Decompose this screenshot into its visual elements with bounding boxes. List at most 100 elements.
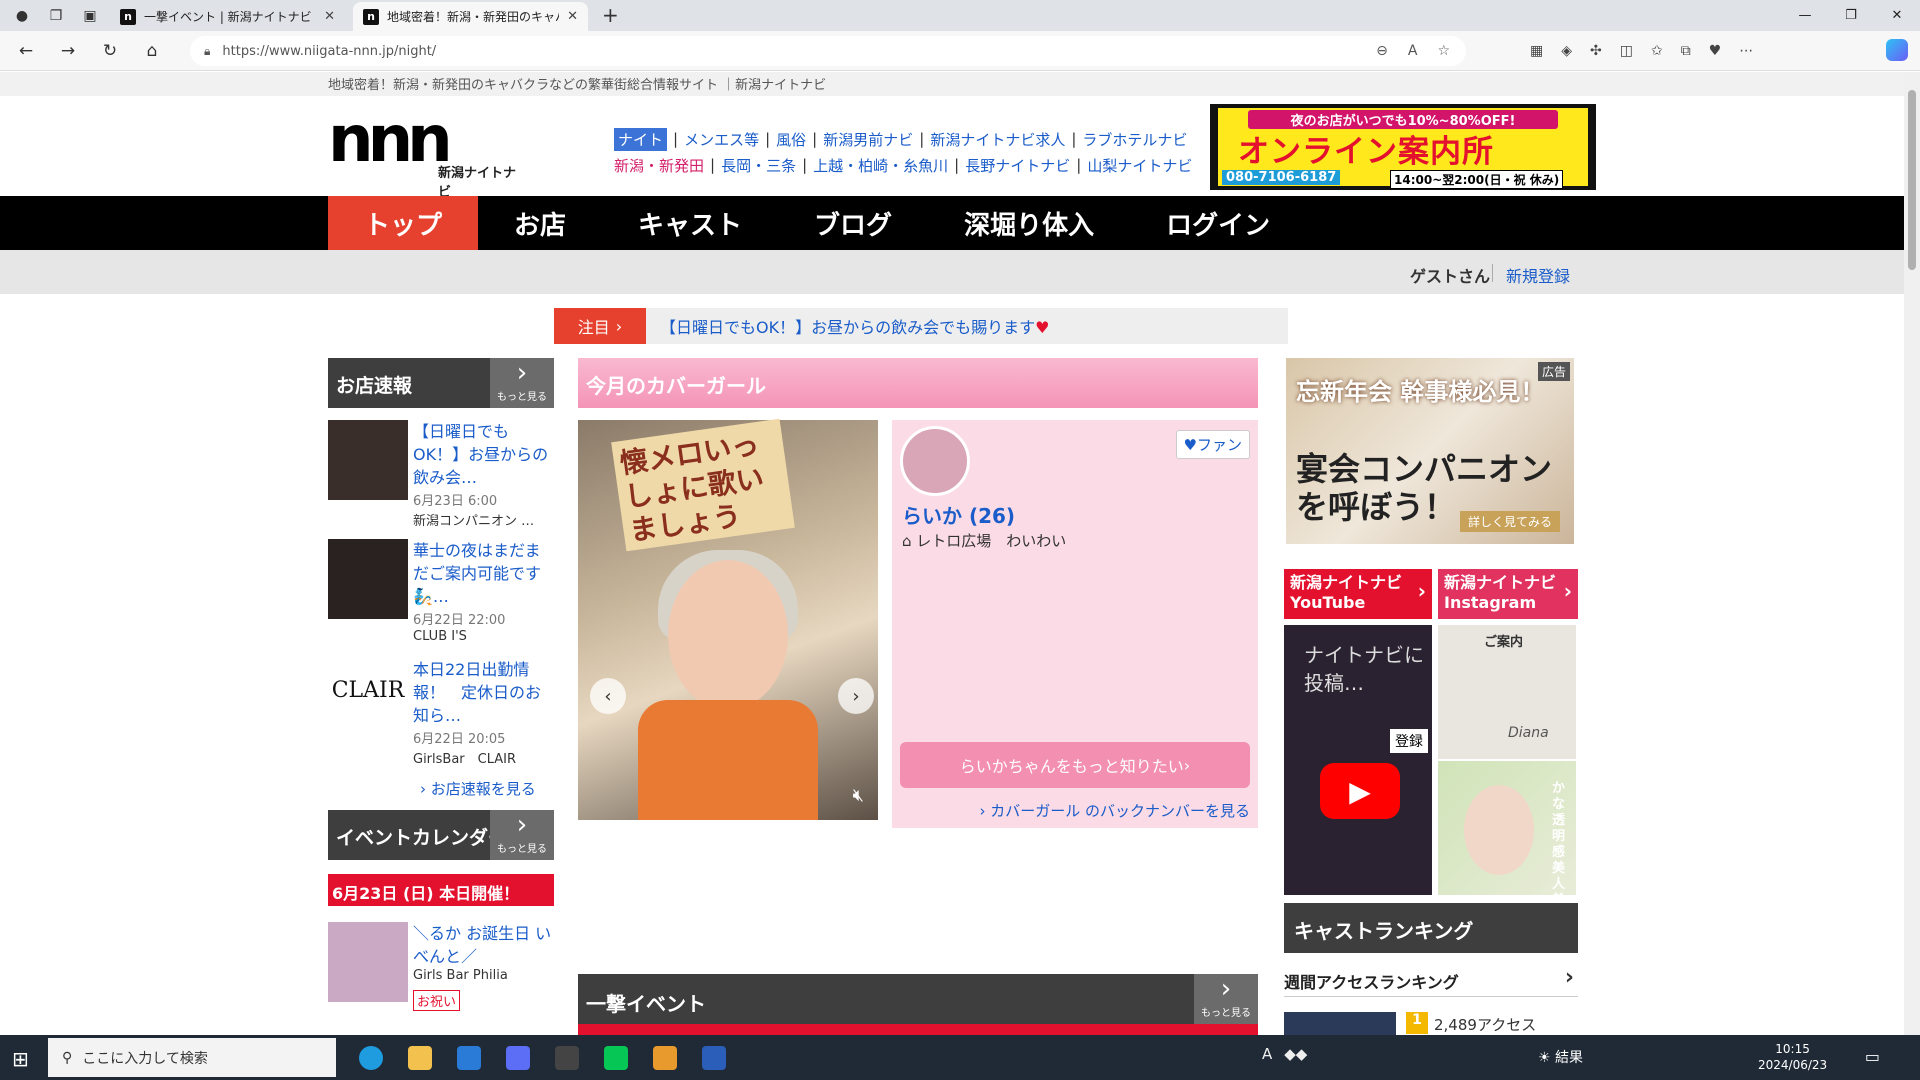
more-about-cast-button[interactable]: らいかちゃんをもっと知りたい ›: [900, 742, 1250, 788]
clair-logo-icon[interactable]: CLAIR: [328, 658, 408, 738]
nav-trial[interactable]: 深堀り体入: [928, 196, 1130, 250]
news-title[interactable]: 華士の夜はまだまだご案内可能です🧞…: [413, 539, 553, 608]
extension-icon[interactable]: ◈: [1561, 43, 1572, 59]
online-guide-banner[interactable]: 夜のお店がいつでも10%~80%OFF! オンライン案内所 080-7106-6…: [1210, 104, 1596, 190]
prev-slide-icon[interactable]: ‹: [590, 678, 626, 714]
register-link[interactable]: 新規登録: [1506, 263, 1570, 287]
restore-icon[interactable]: ❐: [1828, 0, 1874, 31]
read-aloud-icon[interactable]: A: [1408, 43, 1418, 59]
favorites-icon[interactable]: ✩: [1651, 43, 1663, 59]
ranking-row[interactable]: 1 2,489アクセス: [1284, 1012, 1578, 1035]
link-night[interactable]: ナイト: [614, 127, 668, 151]
zoom-icon[interactable]: ⊖: [1376, 43, 1388, 59]
event-title[interactable]: ＼るか お誕生日 いべんと／: [413, 922, 553, 968]
scroll-thumb[interactable]: [1908, 90, 1916, 270]
workspaces-icon[interactable]: ❐: [44, 4, 68, 28]
nav-top[interactable]: トップ: [328, 196, 479, 250]
link-otokomae[interactable]: 新潟男前ナビ: [823, 129, 913, 150]
instagram-post[interactable]: かな透明感美人美女: [1438, 761, 1576, 924]
notification-icon[interactable]: ▭: [1865, 1047, 1880, 1066]
close-tab-icon[interactable]: ✕: [567, 9, 578, 24]
tab-actions-icon[interactable]: ▣: [78, 4, 102, 28]
shop-news-more-link[interactable]: › お店速報を見る: [420, 778, 536, 799]
photos-icon[interactable]: [542, 1035, 591, 1080]
new-tab-icon[interactable]: +: [602, 3, 619, 27]
favorite-star-icon[interactable]: ☆: [1437, 43, 1450, 59]
word-icon[interactable]: [689, 1035, 738, 1080]
link-lovehotel[interactable]: ラブホテルナビ: [1082, 129, 1187, 150]
cast-name[interactable]: らいか (26): [902, 500, 1015, 529]
url-field[interactable]: 🔒︎ https://www.niigata-nnn.jp/night/ ⊖ A…: [190, 36, 1466, 66]
youtube-link[interactable]: 新潟ナイトナビ YouTube ›: [1284, 569, 1432, 619]
backnumber-link[interactable]: › カバーガール のバックナンバーを見る: [979, 800, 1250, 821]
lock-icon[interactable]: 🔒︎: [204, 44, 210, 59]
avatar[interactable]: [900, 426, 970, 496]
fan-button[interactable]: ♥ファン: [1175, 430, 1250, 459]
more-menu-icon[interactable]: ⋯: [1739, 43, 1753, 59]
line-icon[interactable]: [591, 1035, 640, 1080]
link-joetsu[interactable]: 上越・柏崎・糸魚川: [813, 155, 948, 176]
collections-icon[interactable]: ⧉: [1681, 43, 1691, 59]
edge-icon[interactable]: [346, 1035, 395, 1080]
forward-icon[interactable]: →: [52, 35, 84, 67]
clock[interactable]: 10:15 2024/06/23: [1758, 1041, 1827, 1073]
more-button[interactable]: › もっと見る: [490, 810, 554, 860]
browser-essentials-icon[interactable]: ♥: [1709, 43, 1722, 59]
link-yamanashi[interactable]: 山梨ナイトナビ: [1087, 155, 1192, 176]
list-item[interactable]: 華士の夜はまだまだご案内可能です🧞… 6月22日 22:00 CLUB I'S: [328, 539, 554, 649]
weather-widget[interactable]: ☀ 結果: [1538, 1047, 1583, 1067]
notice-text[interactable]: 【日曜日でもOK！】お昼からの飲み会でも賜ります♥: [660, 314, 1049, 338]
taskbar-search[interactable]: ⚲ ここに入力して検索: [48, 1038, 336, 1077]
store-icon[interactable]: [444, 1035, 493, 1080]
instagram-link[interactable]: 新潟ナイトナビ Instagram ›: [1438, 569, 1578, 619]
event-thumbnail[interactable]: [328, 922, 408, 1002]
banquet-ad[interactable]: 広告 忘新年会 幹事様必見！ 宴会コンパニオンを呼ぼう！ 詳しく見てみる: [1286, 358, 1574, 544]
list-item[interactable]: 【日曜日でもOK！】お昼からの飲み会… 6月23日 6:00 新潟コンパニオン …: [328, 420, 554, 530]
nav-cast[interactable]: キャスト: [602, 196, 778, 250]
back-icon[interactable]: ←: [10, 35, 42, 67]
more-button[interactable]: › もっと見る: [490, 358, 554, 408]
page-scrollbar[interactable]: [1904, 72, 1920, 1035]
list-item[interactable]: CLAIR 本日22日出勤情報！ 定休日のお知ら… 6月22日 20:05 Gi…: [328, 658, 554, 768]
site-logo[interactable]: nnn 新潟ナイトナビ: [328, 108, 528, 200]
cover-girl-photo[interactable]: 懐メロいっしょに歌いましょう ‹ › 🔇︎: [578, 418, 878, 820]
nav-login[interactable]: ログイン: [1130, 196, 1306, 250]
refresh-icon[interactable]: ↻: [94, 35, 126, 67]
link-nagaoka[interactable]: 長岡・三条: [721, 155, 796, 176]
link-mens-esthe[interactable]: メンエス等: [684, 129, 759, 150]
home-icon[interactable]: ⌂: [136, 35, 168, 67]
file-explorer-icon[interactable]: [395, 1035, 444, 1080]
app-icon[interactable]: [493, 1035, 542, 1080]
instagram-post[interactable]: ご案内 Diana: [1438, 625, 1576, 759]
ime-icon[interactable]: A: [1262, 1045, 1272, 1063]
copilot-icon[interactable]: [1886, 39, 1908, 61]
news-title[interactable]: 本日22日出勤情報！ 定休日のお知ら…: [413, 658, 553, 727]
news-thumbnail[interactable]: [328, 420, 408, 500]
ranking-thumbnail[interactable]: [1284, 1012, 1396, 1035]
split-screen-icon[interactable]: ◫: [1620, 43, 1633, 59]
news-title[interactable]: 【日曜日でもOK！】お昼からの飲み会…: [413, 420, 553, 489]
link-niigata-shibata[interactable]: 新潟・新発田: [614, 155, 704, 176]
nav-shops[interactable]: お店: [478, 196, 602, 250]
tray-apps-icon[interactable]: ◆◆: [1284, 1045, 1307, 1063]
profile-icon[interactable]: ●: [10, 4, 34, 28]
close-window-icon[interactable]: ✕: [1874, 0, 1920, 31]
close-tab-icon[interactable]: ✕: [324, 9, 335, 24]
minimize-icon[interactable]: —: [1782, 0, 1828, 31]
tab-event[interactable]: n 一撃イベント | 新潟ナイトナビ ✕: [110, 2, 345, 31]
nav-blog[interactable]: ブログ: [778, 196, 928, 250]
subscribe-button[interactable]: 登録: [1390, 729, 1428, 753]
next-slide-icon[interactable]: ›: [838, 678, 874, 714]
link-nagano[interactable]: 長野ナイトナビ: [965, 155, 1070, 176]
link-recruit[interactable]: 新潟ナイトナビ求人: [930, 129, 1065, 150]
featured-notice[interactable]: 注目 › 【日曜日でもOK！】お昼からの飲み会でも賜ります♥: [554, 308, 1288, 344]
mute-icon[interactable]: 🔇︎: [853, 785, 864, 806]
app-icon[interactable]: ▦: [1530, 43, 1543, 59]
play-icon[interactable]: ▶: [1320, 763, 1400, 819]
youtube-video[interactable]: ナイトナビに投稿… 登録 ▶: [1284, 625, 1432, 895]
weekly-ranking-link[interactable]: 週間アクセスランキング ›: [1284, 963, 1578, 997]
news-thumbnail[interactable]: [328, 539, 408, 619]
link-fuzoku[interactable]: 風俗: [776, 129, 806, 150]
tab-home[interactable]: n 地域密着！新潟・新発田のキャバク ✕: [353, 2, 588, 31]
more-button[interactable]: › もっと見る: [1194, 974, 1258, 1024]
